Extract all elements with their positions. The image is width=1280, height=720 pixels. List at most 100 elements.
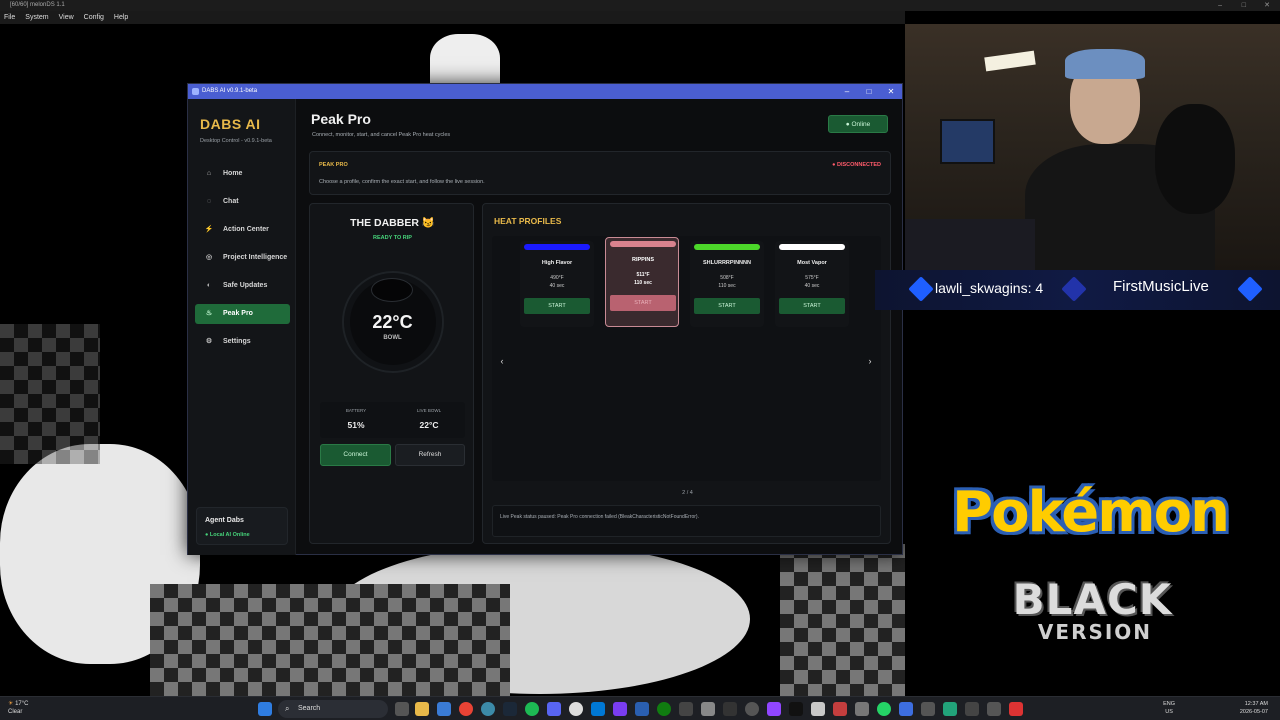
spotify-icon[interactable] [525, 702, 539, 716]
menu-config[interactable]: Config [84, 11, 104, 24]
connection-status-text: DISCONNECTED [836, 162, 881, 168]
carousel-next-icon[interactable]: › [863, 354, 877, 368]
sidebar-item-settings[interactable]: ⚙ Settings [195, 332, 290, 352]
sidebar-item-safe-updates[interactable]: ◐ Safe Updates [195, 276, 290, 296]
maximize-icon[interactable]: □ [1242, 0, 1246, 11]
app-close-icon[interactable]: ✕ [880, 84, 902, 99]
app-icon[interactable] [635, 702, 649, 716]
clock-date: 2026-05-07 [1239, 709, 1268, 715]
sidebar-item-label: Settings [223, 338, 251, 345]
app-icon[interactable] [855, 702, 869, 716]
start-icon[interactable] [258, 702, 272, 716]
game-floor [0, 324, 100, 464]
agent-card: Agent Dabs ● Local AI Online [196, 507, 288, 545]
taskbar: ☀ 17°C Clear ⌕ Search ENG US 12:37 AM 20… [0, 696, 1280, 720]
search-icon: ⌕ [285, 704, 290, 713]
app-icon[interactable] [745, 702, 759, 716]
system-clock[interactable]: 12:37 AM 2026-05-07 [1240, 700, 1268, 716]
app-icon[interactable] [899, 702, 913, 716]
status-banner: PEAK PRO Choose a profile, confirm the e… [309, 151, 891, 195]
profile-time: 110 sec [634, 280, 652, 286]
edge-icon[interactable] [481, 702, 495, 716]
device-cap-icon [371, 278, 413, 302]
app-icon[interactable] [833, 702, 847, 716]
profile-temp: 490°F [550, 275, 564, 281]
file-explorer-icon[interactable] [415, 702, 429, 716]
discord-icon[interactable] [547, 702, 561, 716]
connect-button[interactable]: Connect [320, 444, 391, 466]
host-titlebar: [60/60] melonDS 1.1 – □ ✕ [0, 0, 1280, 11]
chrome-icon[interactable] [459, 702, 473, 716]
profile-card-shlurrrpinnnn[interactable]: SHLURRRPINNNN 508°F 110 sec START [690, 241, 764, 327]
diamond-icon [1237, 276, 1263, 302]
carousel-page-count: 2 / 4 [682, 490, 693, 496]
profile-card-rippins[interactable]: RIPPINS 511°F 110 sec START [605, 237, 679, 327]
weather-icon: ☀ [8, 701, 14, 707]
sidebar-item-action-center[interactable]: ⚡ Action Center [195, 220, 290, 240]
page-title: Peak Pro [311, 111, 371, 127]
sidebar: DABS AI Desktop Control - v0.9.1-beta ⌂ … [188, 99, 296, 555]
app-icon[interactable] [921, 702, 935, 716]
app-icon[interactable] [679, 702, 693, 716]
profile-start-button[interactable]: START [524, 298, 590, 314]
online-label: Online [851, 121, 871, 128]
sidebar-item-peak-pro[interactable]: ♨ Peak Pro [195, 304, 290, 324]
banner-kicker: PEAK PRO [319, 162, 348, 168]
game-floor [150, 584, 510, 696]
live-bowl-value: 22°C [419, 420, 439, 430]
sidebar-item-home[interactable]: ⌂ Home [195, 164, 290, 184]
page-subtitle: Connect, monitor, start, and cancel Peak… [312, 132, 451, 138]
app-icon[interactable] [987, 702, 1001, 716]
search-label: Search [298, 705, 321, 712]
steam-icon[interactable] [503, 702, 517, 716]
app-maximize-icon[interactable]: □ [858, 84, 880, 99]
carousel-prev-icon[interactable]: ‹ [495, 354, 509, 368]
app-icon[interactable] [437, 702, 451, 716]
app-icon[interactable] [613, 702, 627, 716]
profile-start-button[interactable]: START [610, 295, 676, 311]
profile-card-most-vapor[interactable]: Most Vapor 575°F 40 sec START [775, 241, 849, 327]
profile-color-bar [694, 244, 760, 250]
app-icon[interactable] [811, 702, 825, 716]
close-icon[interactable]: ✕ [1264, 0, 1270, 11]
task-view-icon[interactable] [395, 702, 409, 716]
bolt-icon: ⚡ [204, 226, 214, 233]
sidebar-item-label: Chat [223, 198, 239, 205]
sidebar-item-label: Action Center [223, 226, 269, 233]
sidebar-item-project-intelligence[interactable]: ◎ Project Intelligence [195, 248, 290, 268]
profile-start-button[interactable]: START [694, 298, 760, 314]
device-state: READY TO RIP [373, 235, 412, 241]
online-badge[interactable]: ● Online [828, 115, 888, 133]
profile-card-high-flavor[interactable]: High Flavor 490°F 40 sec START [520, 241, 594, 327]
menu-view[interactable]: View [59, 11, 74, 24]
sidebar-item-label: Peak Pro [223, 310, 253, 317]
weather-widget[interactable]: ☀ 17°C Clear [8, 700, 28, 716]
app-icon[interactable] [591, 702, 605, 716]
tiktok-icon[interactable] [789, 702, 803, 716]
whatsapp-icon[interactable] [877, 702, 891, 716]
xbox-icon[interactable] [657, 702, 671, 716]
profile-start-button[interactable]: START [779, 298, 845, 314]
menu-help[interactable]: Help [114, 11, 128, 24]
sidebar-item-chat[interactable]: ◌ Chat [195, 192, 290, 212]
profile-color-bar [610, 241, 676, 247]
melonds-icon[interactable] [1009, 702, 1023, 716]
minimize-icon[interactable]: – [1218, 0, 1222, 11]
app-icon [192, 88, 199, 95]
app-icon[interactable] [943, 702, 957, 716]
weather-desc: Clear [8, 709, 23, 715]
menu-system[interactable]: System [25, 11, 48, 24]
twitch-icon[interactable] [767, 702, 781, 716]
app-icon[interactable] [701, 702, 715, 716]
obs-icon[interactable] [569, 702, 583, 716]
app-icon[interactable] [723, 702, 737, 716]
menu-file[interactable]: File [4, 11, 15, 24]
taskbar-search[interactable]: ⌕ Search [278, 700, 388, 718]
app-minimize-icon[interactable]: – [836, 84, 858, 99]
sidebar-item-label: Safe Updates [223, 282, 268, 289]
chat-message-right: FirstMusicLive [1113, 278, 1209, 295]
app-icon[interactable] [965, 702, 979, 716]
refresh-button[interactable]: Refresh [395, 444, 465, 466]
region: US [1165, 709, 1173, 715]
language-indicator[interactable]: ENG US [1163, 700, 1175, 716]
